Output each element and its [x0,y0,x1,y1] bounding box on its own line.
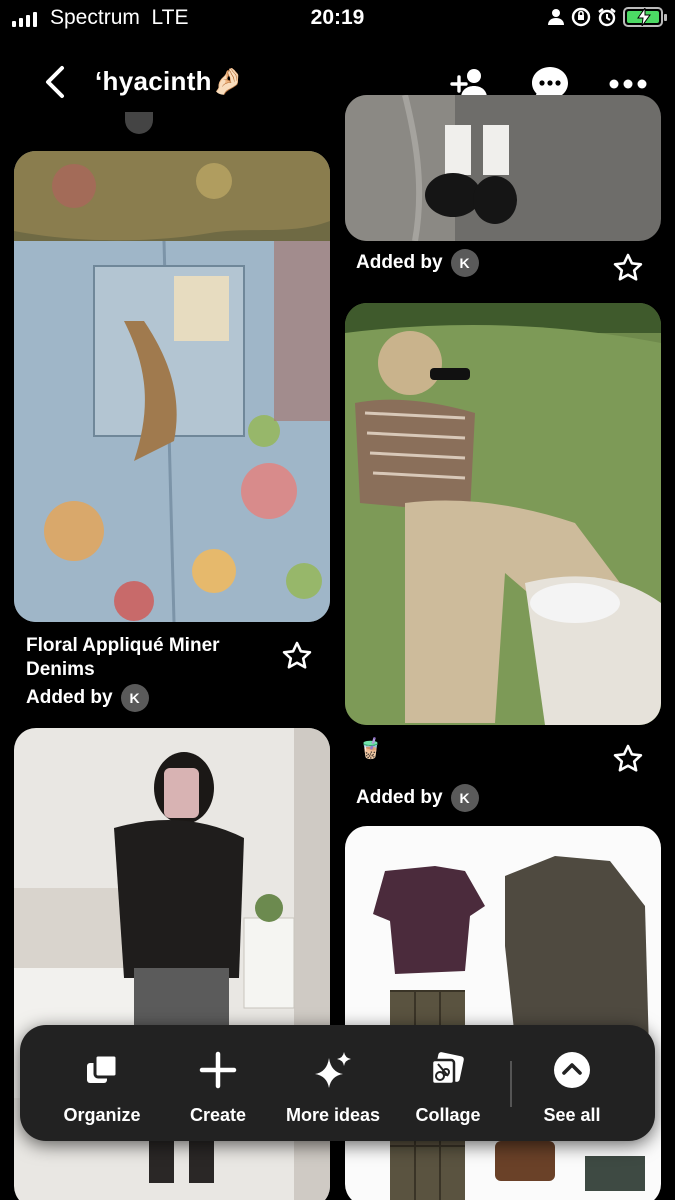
avatar[interactable]: K [120,684,149,712]
see-all-label: See all [543,1105,601,1125]
organize-button[interactable]: Organize [56,1025,148,1141]
more-ideas-button[interactable]: More ideas [278,1025,388,1141]
added-by-label: Added by [356,252,443,273]
orientation-lock-icon [571,7,591,27]
added-by: Added by K [26,684,149,712]
battery-icon [623,7,667,27]
see-all-button[interactable]: See all [532,1025,612,1141]
organize-icon [81,1049,123,1091]
alarm-icon [598,8,616,27]
more-ideas-label: More ideas [285,1105,381,1125]
sparkle-icon [312,1049,354,1091]
pin-image-grass-outfit[interactable] [345,303,661,725]
star-icon[interactable] [612,743,644,775]
avatar-partial [125,112,153,134]
board-title: ‘hyacinth🤌🏻 [95,66,245,96]
person-icon [548,9,564,25]
collage-label: Collage [415,1105,481,1125]
pin-note: 🧋 [358,738,383,760]
star-icon[interactable] [612,252,644,284]
collage-button[interactable]: Collage [408,1025,488,1141]
added-by-label: Added by [26,687,113,708]
pin-image-flatlay[interactable] [345,826,661,1200]
status-icons [547,7,667,27]
create-button[interactable]: Create [176,1025,260,1141]
organize-label: Organize [63,1105,141,1125]
added-by: Added by K [356,249,479,277]
plus-icon [197,1049,239,1091]
added-by-label: Added by [356,787,443,808]
back-icon[interactable] [38,64,74,100]
avatar[interactable]: K [450,249,479,277]
pin-title[interactable]: Floral Appliqué Miner Denims [26,634,286,682]
board-toolbar: Organize Create More ideas Collage See a… [20,1025,655,1141]
star-icon[interactable] [281,640,313,672]
added-by: Added by K [356,784,479,812]
chevron-up-icon [551,1049,593,1091]
status-bar: Spectrum LTE 20:19 [0,0,675,40]
pin-image-loafers[interactable] [345,95,661,241]
toolbar-divider [510,1061,512,1107]
pin-image-floral-denims[interactable] [14,151,330,622]
collage-icon [427,1049,469,1091]
avatar[interactable]: K [450,784,479,812]
create-label: Create [189,1105,247,1125]
